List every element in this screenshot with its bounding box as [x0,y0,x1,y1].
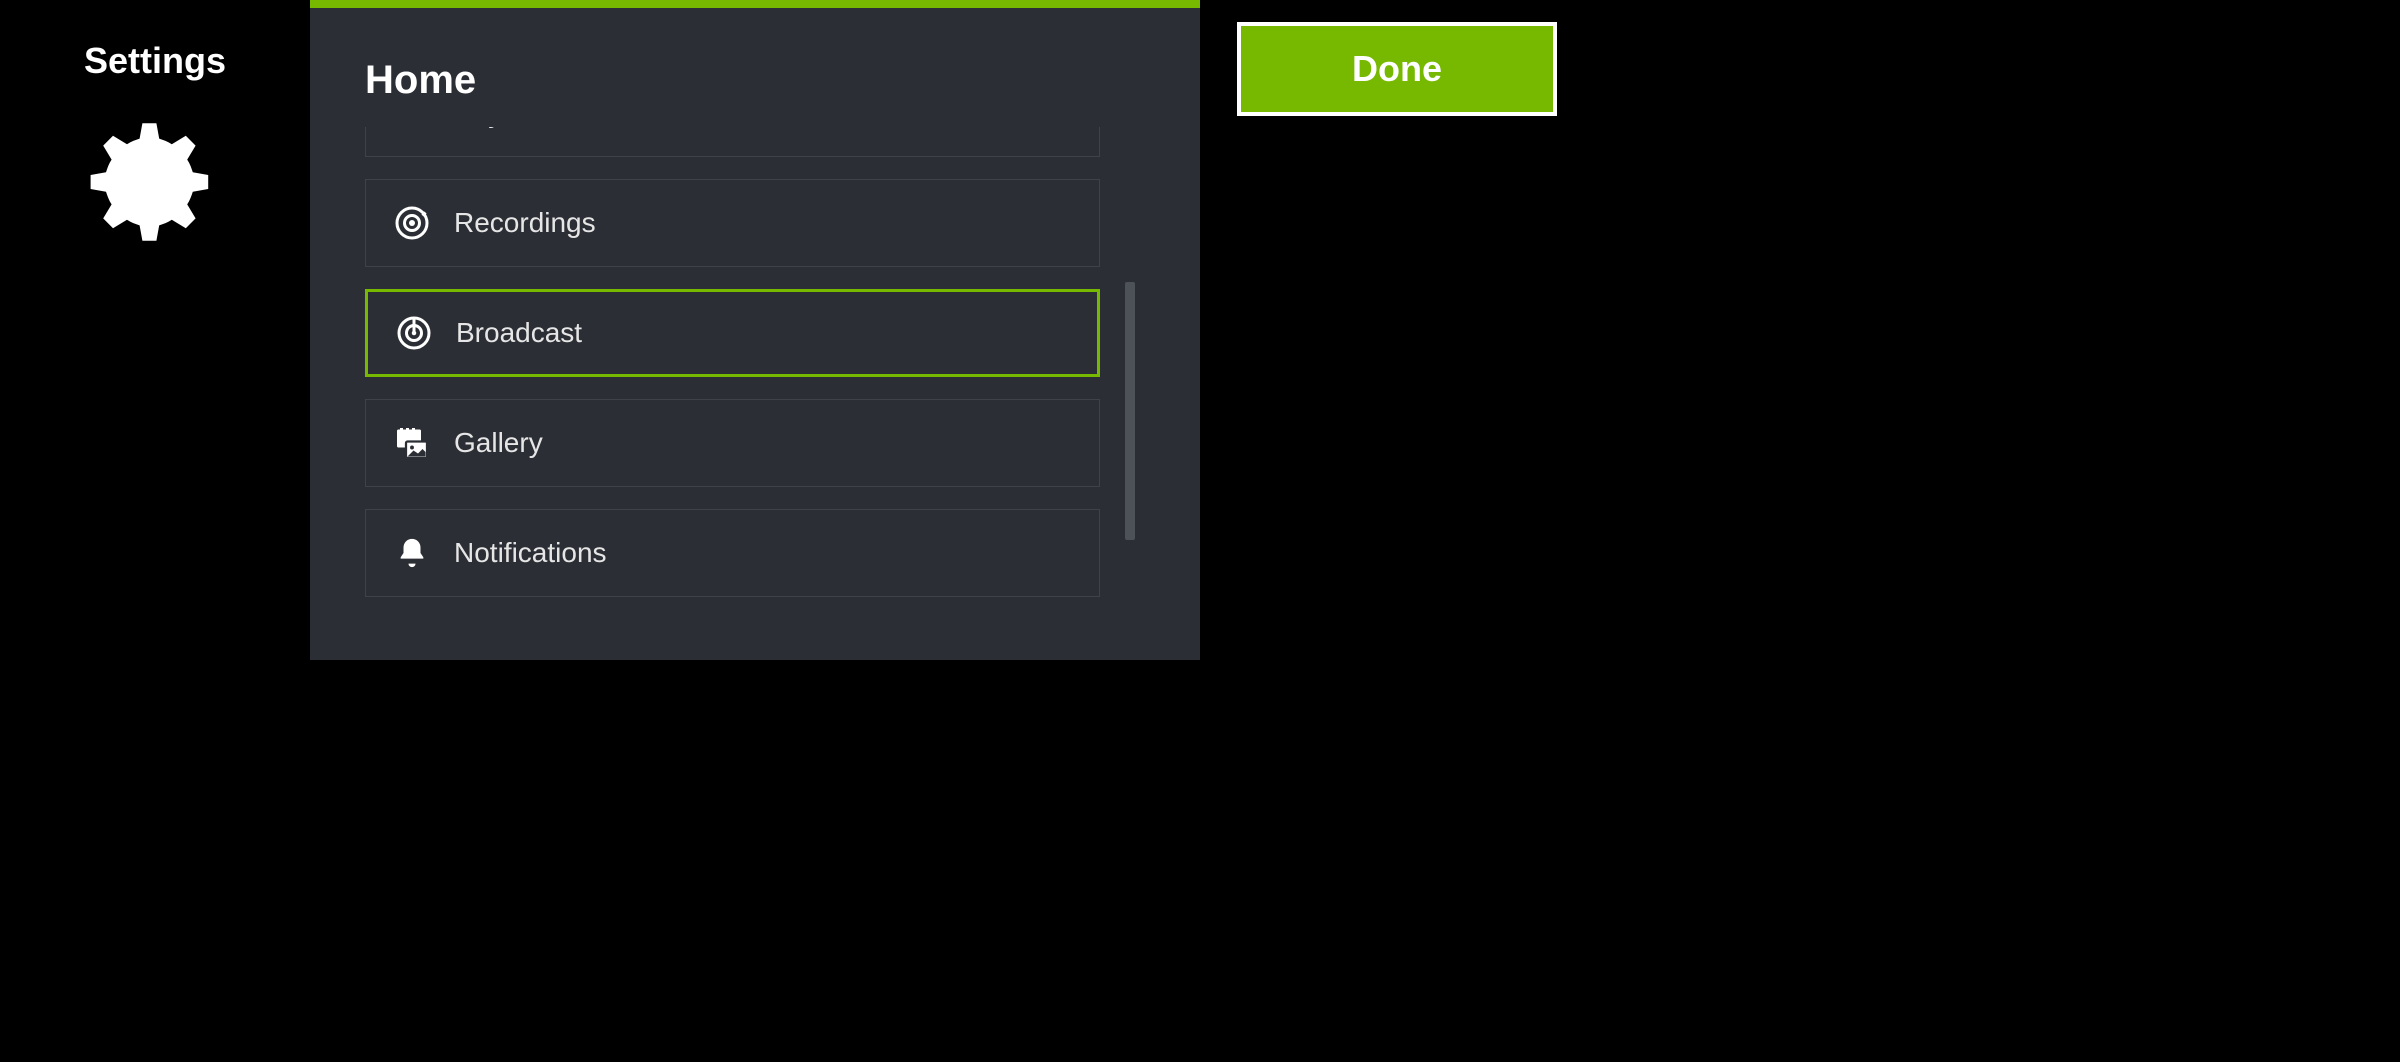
sidebar-title: Settings [0,40,310,82]
item-notifications[interactable]: Notifications [365,509,1100,597]
gear-icon [85,112,225,257]
panel-title: Home [365,58,1200,103]
broadcast-icon [394,313,434,353]
item-broadcast[interactable]: Broadcast [365,289,1100,377]
item-keyboard-shortcuts[interactable]: Keyboard shortcuts [365,127,1100,157]
scrollbar-thumb[interactable] [1125,282,1135,540]
settings-sidebar: Settings [0,40,310,257]
settings-list: Keyboard shortcuts Recordings [365,127,1135,637]
item-label: Keyboard shortcuts [454,127,695,129]
item-label: Recordings [454,207,596,239]
item-label: Notifications [454,537,607,569]
item-label: Gallery [454,427,543,459]
done-label: Done [1352,48,1442,90]
bell-icon [392,533,432,573]
keyboard-icon [392,127,432,133]
item-gallery[interactable]: Gallery [365,399,1100,487]
item-label: Broadcast [456,317,582,349]
gallery-icon [392,423,432,463]
home-panel: Home Keyboard shortcuts [310,0,1200,660]
item-recordings[interactable]: Recordings [365,179,1100,267]
done-button[interactable]: Done [1237,22,1557,116]
record-icon [392,203,432,243]
